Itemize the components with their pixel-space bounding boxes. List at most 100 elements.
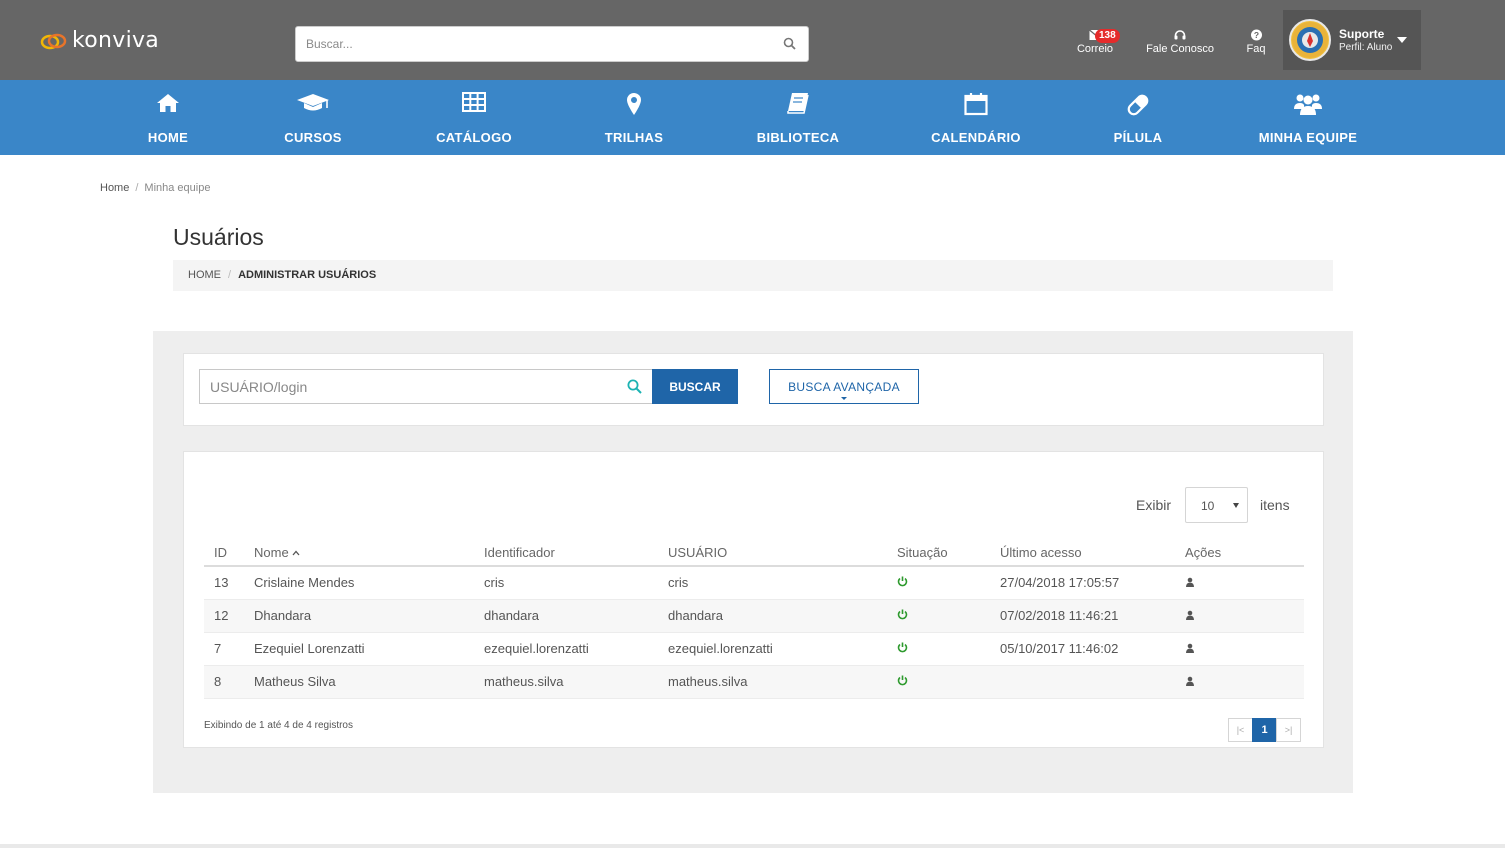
cell-name: Dhandara	[244, 599, 474, 633]
section-breadcrumb-home[interactable]: HOME	[188, 269, 221, 281]
col-header-acoes: Ações	[1175, 539, 1304, 567]
cell-actions	[1175, 566, 1304, 600]
col-header-nome[interactable]: Nome	[244, 539, 474, 567]
user-icon[interactable]	[1185, 676, 1195, 686]
footer-divider	[0, 844, 1505, 848]
caret-down-icon	[841, 397, 847, 400]
nav-item-trilhas[interactable]: TRILHAS	[594, 80, 674, 155]
section-breadcrumb-separator: /	[228, 269, 232, 281]
col-header-usuario[interactable]: USUÁRIO	[658, 539, 887, 567]
profile-role: Perfil: Aluno	[1339, 42, 1393, 53]
global-search	[295, 26, 809, 62]
home-icon	[157, 94, 179, 112]
cell-actions	[1175, 665, 1304, 699]
cell-identifier: matheus.silva	[474, 665, 658, 699]
col-header-identificador[interactable]: Identificador	[474, 539, 658, 567]
avatar	[1289, 19, 1331, 61]
section-breadcrumb: HOME / ADMINISTRAR USUÁRIOS	[173, 260, 1333, 291]
nav-label-trilhas: TRILHAS	[604, 130, 664, 145]
graduation-cap-icon	[297, 94, 329, 111]
svg-text:?: ?	[1253, 30, 1258, 40]
cell-name: Matheus Silva	[244, 665, 474, 699]
logo[interactable]: konviva	[40, 28, 159, 53]
nav-label-minha-equipe: MINHA EQUIPE	[1258, 130, 1358, 145]
page-size-label: Exibir	[1136, 497, 1172, 513]
cell-actions	[1175, 599, 1304, 633]
nav-item-biblioteca[interactable]: BIBLIOTECA	[748, 80, 848, 155]
user-icon[interactable]	[1185, 577, 1195, 588]
col-header-id[interactable]: ID	[204, 539, 244, 567]
cell-id: 13	[204, 566, 244, 600]
col-header-situacao[interactable]: Situação	[887, 539, 990, 567]
faq-label: Faq	[1246, 43, 1266, 55]
power-active-icon	[897, 576, 908, 587]
page-button-current[interactable]: 1	[1252, 718, 1277, 742]
col-header-ultimo-acesso[interactable]: Último acesso	[990, 539, 1175, 567]
cell-user: cris	[658, 566, 887, 600]
question-icon: ?	[1250, 29, 1262, 41]
page-size-select[interactable]: 10	[1185, 487, 1248, 523]
calendar-icon	[964, 93, 988, 116]
chevron-down-icon[interactable]	[1397, 37, 1407, 43]
users-panel: BUSCAR BUSCA AVANÇADA Exibir 10 itens ID…	[153, 331, 1353, 793]
main-nav: HOME CURSOS CATÁLOGO TRILHAS BIBLIOTECA …	[0, 80, 1505, 155]
cell-user: ezequiel.lorenzatti	[658, 632, 887, 666]
nav-label-pilula: PÍLULA	[1113, 130, 1163, 145]
power-active-icon	[897, 642, 908, 653]
breadcrumb-separator: /	[135, 182, 139, 194]
nav-item-calendario[interactable]: CALENDÁRIO	[921, 80, 1031, 155]
faq-link[interactable]: ? Faq	[1242, 28, 1270, 55]
cell-id: 12	[204, 599, 244, 633]
cell-status	[887, 566, 990, 600]
nav-item-pilula[interactable]: PÍLULA	[1103, 80, 1173, 155]
mail-label: Correio	[1076, 43, 1114, 55]
nav-label-home: HOME	[147, 130, 189, 145]
nav-label-cursos: CURSOS	[284, 130, 342, 145]
user-icon[interactable]	[1185, 610, 1195, 620]
caret-down-icon	[1233, 503, 1239, 508]
search-icon[interactable]	[783, 37, 796, 50]
breadcrumb-home[interactable]: Home	[100, 182, 129, 194]
profile-menu[interactable]: Suporte Perfil: Aluno	[1283, 10, 1421, 70]
global-search-input[interactable]	[296, 27, 756, 61]
cell-last-access	[990, 665, 1175, 699]
users-table: ID Nome Identificador USUÁRIO Situação Ú…	[204, 539, 1304, 699]
book-icon	[787, 93, 809, 114]
mail-count-badge: 138	[1095, 29, 1120, 43]
pagination: |< 1 >|	[1228, 718, 1301, 742]
sort-asc-icon	[292, 550, 300, 556]
cell-last-access: 07/02/2018 11:46:21	[990, 599, 1175, 633]
table-row: 12 Dhandara dhandara dhandara 07/02/2018…	[204, 599, 1304, 633]
cell-name: Ezequiel Lorenzatti	[244, 632, 474, 666]
user-search-input[interactable]	[200, 370, 610, 403]
table-row: 13 Crislaine Mendes cris cris 27/04/2018…	[204, 566, 1304, 600]
nav-item-home[interactable]: HOME	[128, 80, 208, 155]
cell-id: 7	[204, 632, 244, 666]
records-info: Exibindo de 1 até 4 de 4 registros	[204, 720, 353, 731]
users-table-card: Exibir 10 itens ID Nome Identificador US…	[183, 451, 1324, 748]
breadcrumb-current: Minha equipe	[144, 182, 211, 194]
contact-link[interactable]: Fale Conosco	[1146, 28, 1214, 55]
cell-last-access: 05/10/2017 11:46:02	[990, 632, 1175, 666]
first-page-button[interactable]: |<	[1228, 718, 1253, 742]
top-header: konviva Correio 138 Fale Conosco ? Faq	[0, 0, 1505, 80]
headset-icon	[1174, 30, 1186, 40]
user-icon[interactable]	[1185, 643, 1195, 653]
search-icon[interactable]	[627, 379, 642, 394]
cell-actions	[1175, 632, 1304, 666]
nav-label-biblioteca: BIBLIOTECA	[756, 130, 840, 145]
advanced-search-label: BUSCA AVANÇADA	[788, 379, 900, 394]
nav-item-minha-equipe[interactable]: MINHA EQUIPE	[1253, 80, 1363, 155]
table-header-row: ID Nome Identificador USUÁRIO Situação Ú…	[204, 539, 1304, 567]
nav-item-catalogo[interactable]: CATÁLOGO	[424, 80, 524, 155]
map-pin-icon	[627, 93, 641, 115]
nav-item-cursos[interactable]: CURSOS	[268, 80, 358, 155]
cell-identifier: ezequiel.lorenzatti	[474, 632, 658, 666]
advanced-search-button[interactable]: BUSCA AVANÇADA	[769, 369, 919, 404]
last-page-button[interactable]: >|	[1276, 718, 1301, 742]
breadcrumb: Home / Minha equipe	[100, 182, 210, 194]
contact-label: Fale Conosco	[1146, 43, 1214, 55]
search-button[interactable]: BUSCAR	[652, 369, 738, 404]
team-icon	[1294, 94, 1322, 115]
section-breadcrumb-current: ADMINISTRAR USUÁRIOS	[238, 269, 377, 281]
